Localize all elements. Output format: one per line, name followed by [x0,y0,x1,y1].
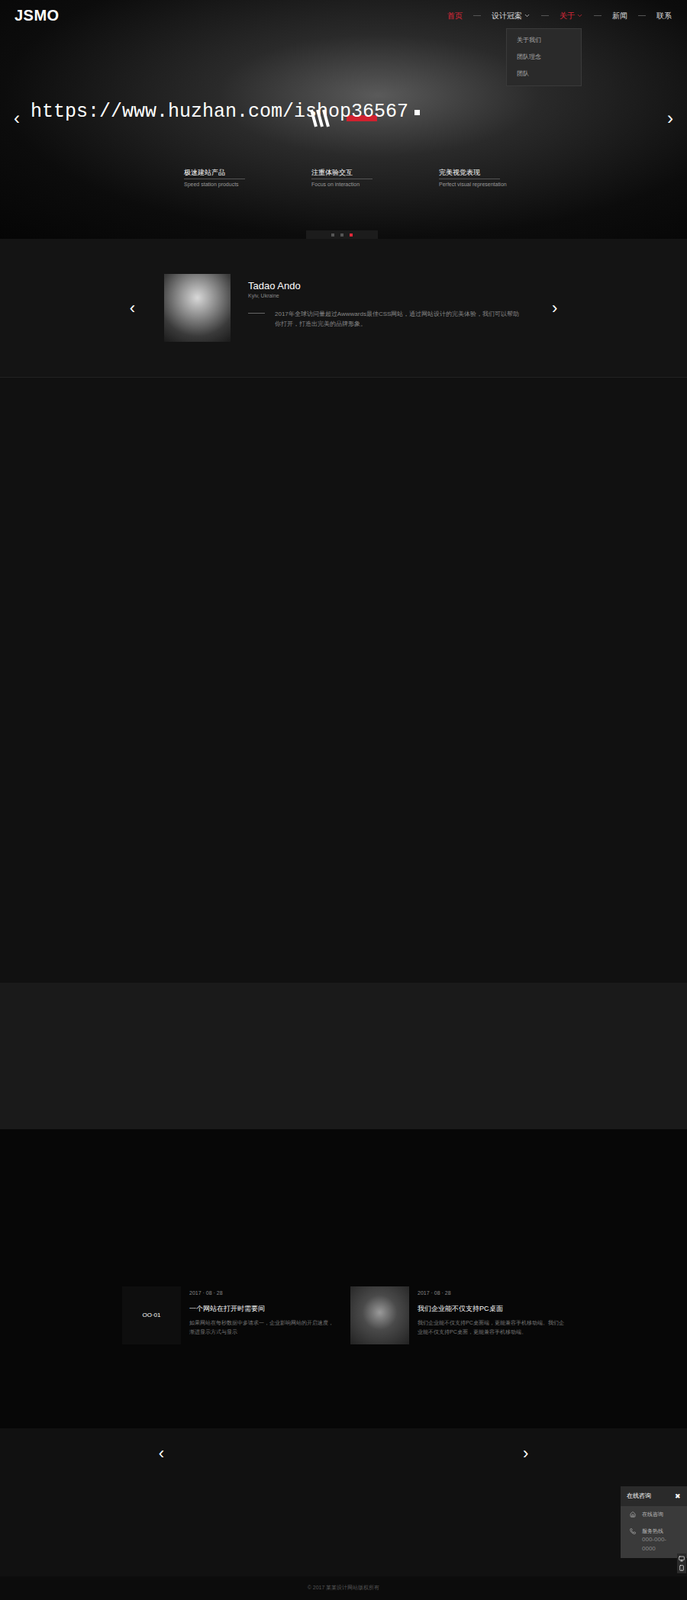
news-date: 2017 · 08 · 28 [189,1290,337,1298]
chevron-down-icon [523,12,531,20]
monitor-icon[interactable] [678,1556,685,1563]
feature-item: 注重体验交互Focus on interaction [311,167,434,189]
chat-item[interactable]: 在线咨询 [620,1506,687,1524]
dropdown-item[interactable]: 关于我们 [506,32,581,49]
close-button[interactable]: ✖ [674,1493,681,1501]
watermark-square [414,109,420,116]
chat-header: 在线咨询✖ [620,1486,687,1507]
prev-arrow[interactable]: ‹ [158,1445,165,1463]
next-arrow[interactable]: › [522,1445,529,1463]
news-thumb [350,1286,410,1345]
nav-item[interactable]: 联系 [656,9,672,22]
band-section [0,983,687,1130]
nav-divider [473,15,481,17]
news-card[interactable]: 2017 · 08 · 28 我们企业能不仅支持PC桌面我们企业能不仅支持PC桌面… [350,1286,565,1345]
testimonial-name: Tadao Ando [248,280,523,293]
news-date: 2017 · 08 · 28 [417,1290,565,1298]
nav-item[interactable]: 设计冠案 [491,9,531,22]
phone-icon [629,1528,636,1536]
dropdown-item[interactable]: 团队理念 [506,48,581,66]
dropdown-menu: 关于我们团队理念团队 [506,28,582,87]
nav-divider [541,15,549,17]
nav-item[interactable]: 首页 [447,9,463,22]
nav-divider [593,15,602,17]
news-title: 一个网站在打开时需要间 [189,1304,337,1315]
chevron-down-icon [576,12,584,20]
watermark: https://www.huzhan.com/ishop36567 [30,99,420,125]
empty-section [0,377,687,984]
nav-item[interactable]: 关于 [559,9,584,22]
slide-dot[interactable] [349,233,353,237]
footer: © 2017 某某设计网站版权所有 [0,1577,687,1600]
smartphone-icon[interactable] [678,1565,685,1572]
page: JSMO首页设计冠案关于关于我们团队理念团队新闻联系‹›https://www.… [0,0,687,1600]
portrait-photo [164,274,231,342]
feature-item: 极速建站产品Speed station products [183,167,307,189]
navbar: JSMO首页设计冠案关于关于我们团队理念团队新闻联系 [0,0,687,31]
quote-line [248,312,265,314]
carousel-section: ‹› [0,1428,687,1578]
prev-arrow[interactable]: ‹ [129,299,136,317]
slide-dot[interactable] [340,233,344,237]
news-thumb: OO·01 [122,1286,181,1345]
testimonial-place: Kyiv, Ukraine [248,292,523,300]
logo[interactable]: JSMO [14,7,60,23]
nav-menu: 首页设计冠案关于关于我们团队理念团队新闻联系 [447,9,672,22]
nav-item[interactable]: 新闻 [612,9,628,22]
news-section: OO·01 2017 · 08 · 28 一个网站在打开时需要间如果网站在每秒数据中… [0,1129,687,1429]
news-desc: 我们企业能不仅支持PC桌面端，更能兼容手机移动端。我们企业能不仅支持PC桌面，更… [417,1319,565,1338]
slide-dot[interactable] [331,233,335,237]
next-arrow[interactable]: › [667,109,674,128]
chat-widget: 在线咨询✖在线咨询服务热线000-000-0000 [620,1486,687,1559]
home-icon [629,1512,636,1519]
news-card[interactable]: OO·01 2017 · 08 · 28 一个网站在打开时需要间如果网站在每秒数据中… [122,1286,337,1345]
news-title: 我们企业能不仅支持PC桌面 [417,1304,565,1315]
next-arrow[interactable]: › [551,299,558,317]
news-desc: 如果网站在每秒数据中多请求一，企业影响网站的开启速度，渐进显示方式与显示 [189,1319,337,1338]
hero-features: 极速建站产品Speed station products注重体验交互Focus … [183,167,562,189]
nav-divider [638,15,646,17]
prev-arrow[interactable]: ‹ [13,109,20,128]
hero: JSMO 首页 设计冠案 关于关于我们团队理念团队 新闻 联系 ‹ › https://www.… [0,0,687,239]
side-tools [677,1554,687,1574]
feature-item: 完美视觉表现Perfect visual representation [438,167,562,189]
testimonial-text: 2017年全球访问量超过Awwwards最佳CSS网站，通过网站设计的完美体验，… [274,309,523,329]
slide-indicator [306,230,378,239]
testimonial: ‹ Tadao AndoKyiv, Ukraine 2017年全球访问量超过Awww… [0,238,687,378]
dropdown-item[interactable]: 团队 [506,65,581,83]
